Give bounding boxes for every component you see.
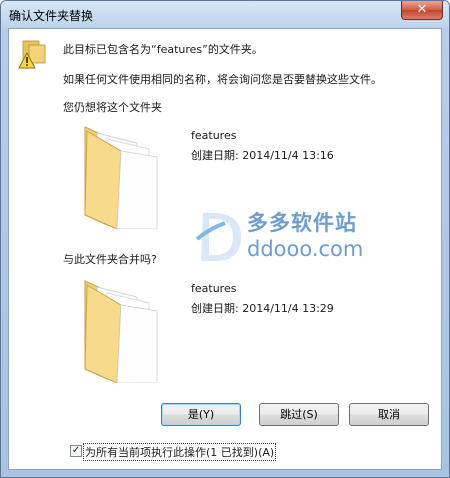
watermark-logo-icon <box>195 213 241 261</box>
source-folder-icon <box>84 280 158 383</box>
cancel-button[interactable]: 取消 <box>349 403 429 426</box>
message-line-3: 您仍想将这个文件夹 <box>63 101 162 114</box>
watermark-en: ddooo.com <box>247 237 364 261</box>
source-folder-name: features <box>191 282 237 295</box>
message-line-1: 此目标已包含名为“features”的文件夹。 <box>63 43 263 56</box>
watermark: 多多软件站 ddooo.com <box>195 205 375 267</box>
watermark-cn: 多多软件站 <box>247 211 357 235</box>
close-button[interactable]: ✕ <box>401 1 443 20</box>
checkmark-icon: ✓ <box>71 445 81 456</box>
source-folder-date: 创建日期: 2014/11/4 13:29 <box>191 302 334 315</box>
merge-question: 与此文件夹合并吗? <box>63 253 157 266</box>
window-title: 确认文件夹替换 <box>9 9 94 23</box>
warning-folder-icon <box>18 40 46 69</box>
dialog-window: 确认文件夹替换 ✕ 此目标已包含名为“features”的文件夹。 如果任何文件… <box>0 0 450 478</box>
yes-button[interactable]: 是(Y) <box>161 403 241 426</box>
apply-all-label[interactable]: 为所有当前项执行此操作(1 已找到)(A) <box>83 443 277 461</box>
target-folder-icon <box>84 126 158 229</box>
target-folder-date: 创建日期: 2014/11/4 13:16 <box>191 149 334 162</box>
title-bar[interactable]: 确认文件夹替换 ✕ <box>1 1 449 28</box>
apply-all-checkbox[interactable]: ✓ <box>70 445 82 457</box>
message-line-2: 如果任何文件使用相同的名称，将会询问您是否要替换这些文件。 <box>63 73 382 86</box>
dialog-content: 此目标已包含名为“features”的文件夹。 如果任何文件使用相同的名称，将会… <box>8 28 442 470</box>
close-icon: ✕ <box>416 2 428 17</box>
target-folder-name: features <box>191 129 237 142</box>
skip-button[interactable]: 跳过(S) <box>259 403 339 426</box>
